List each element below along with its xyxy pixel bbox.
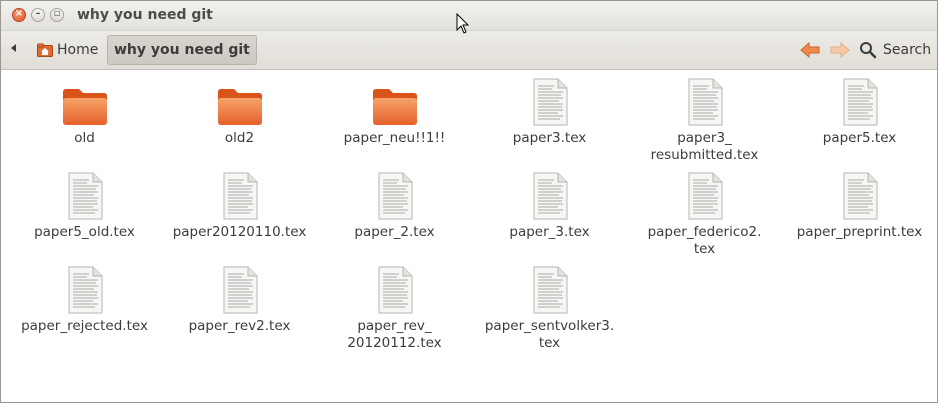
item-label: old <box>74 130 95 146</box>
toolbar: Home why you need git Search <box>1 31 937 70</box>
search-label: Search <box>883 42 932 58</box>
close-window-button[interactable]: × <box>12 8 26 22</box>
item-label: paper_rev2.tex <box>188 318 291 334</box>
file-item[interactable]: paper_sentvolker3. tex <box>472 266 627 352</box>
folder-item[interactable]: paper_neu!!1!! <box>317 86 472 147</box>
item-label: paper_neu!!1!! <box>343 130 446 146</box>
minimize-window-button[interactable]: – <box>31 8 45 22</box>
breadcrumb-scroll-left-icon[interactable] <box>11 44 16 52</box>
item-label-line: tex <box>693 241 716 257</box>
text-file-icon <box>533 172 567 220</box>
window-title: why you need git <box>77 7 213 23</box>
file-item[interactable]: paper_rev2.tex <box>162 266 317 335</box>
item-label: paper_rev_ 20120112.tex <box>317 318 472 352</box>
item-label: paper_rejected.tex <box>21 318 148 334</box>
item-label: old2 <box>224 130 255 146</box>
file-item[interactable]: paper_preprint.tex <box>782 172 937 241</box>
file-item[interactable]: paper5_old.tex <box>7 172 162 241</box>
item-label: paper_3.tex <box>509 224 590 240</box>
item-label-line: 20120112.tex <box>347 335 442 351</box>
item-label-line: paper_federico2. <box>647 224 762 240</box>
item-label-line: tex <box>538 335 561 351</box>
back-arrow-icon[interactable] <box>800 41 820 59</box>
text-file-icon <box>223 266 257 314</box>
item-label-line: resubmitted.tex <box>650 147 759 163</box>
file-grid: old old2 paper_neu!!1!! paper3.tex paper… <box>1 70 937 402</box>
forward-arrow-icon[interactable] <box>830 41 850 59</box>
mouse-cursor-icon <box>456 13 470 34</box>
item-label: paper3.tex <box>512 130 587 146</box>
item-label: paper3_ resubmitted.tex <box>627 130 782 164</box>
file-item[interactable]: paper3_ resubmitted.tex <box>627 78 782 164</box>
search-button[interactable]: Search <box>859 39 931 61</box>
file-item[interactable]: paper20120110.tex <box>162 172 317 241</box>
text-file-icon <box>223 172 257 220</box>
maximize-window-button[interactable]: ▫ <box>50 8 64 22</box>
file-item[interactable]: paper_3.tex <box>472 172 627 241</box>
minimize-icon: – <box>35 8 41 19</box>
text-file-icon <box>533 78 567 126</box>
file-item[interactable]: paper3.tex <box>472 78 627 147</box>
text-file-icon <box>378 172 412 220</box>
text-file-icon <box>688 78 722 126</box>
item-label-line: paper3_ <box>677 130 732 146</box>
breadcrumb-home-label: Home <box>57 42 99 58</box>
breadcrumb-current-label: why you need git <box>114 42 250 58</box>
file-item[interactable]: paper_rev_ 20120112.tex <box>317 266 472 352</box>
text-file-icon <box>378 266 412 314</box>
file-item[interactable]: paper_2.tex <box>317 172 472 241</box>
folder-icon <box>372 89 417 125</box>
item-label: paper_sentvolker3. tex <box>472 318 627 352</box>
folder-icon <box>62 89 107 125</box>
file-manager-window: × – ▫ why you need git Home why you need… <box>0 0 938 403</box>
close-icon: × <box>14 8 24 19</box>
breadcrumb-current[interactable]: why you need git <box>107 35 257 65</box>
item-label: paper_federico2. tex <box>627 224 782 258</box>
item-label: paper5.tex <box>822 130 897 146</box>
item-label: paper20120110.tex <box>172 224 307 240</box>
folder-item[interactable]: old2 <box>162 86 317 147</box>
item-label-line: paper_rev_ <box>357 318 432 334</box>
breadcrumb-home[interactable]: Home <box>33 37 104 63</box>
folder-item[interactable]: old <box>7 86 162 147</box>
file-item[interactable]: paper_federico2. tex <box>627 172 782 258</box>
item-label: paper_preprint.tex <box>796 224 923 240</box>
folder-icon <box>217 89 262 125</box>
text-file-icon <box>688 172 722 220</box>
text-file-icon <box>68 266 102 314</box>
text-file-icon <box>843 172 877 220</box>
text-file-icon <box>533 266 567 314</box>
home-folder-icon <box>37 43 53 57</box>
item-label: paper5_old.tex <box>34 224 135 240</box>
file-item[interactable]: paper_rejected.tex <box>7 266 162 335</box>
search-icon <box>860 42 877 59</box>
item-label: paper_2.tex <box>354 224 435 240</box>
text-file-icon <box>843 78 877 126</box>
text-file-icon <box>68 172 102 220</box>
maximize-icon: ▫ <box>53 8 61 19</box>
file-item[interactable]: paper5.tex <box>782 78 937 147</box>
item-label-line: paper_sentvolker3. <box>484 318 615 334</box>
